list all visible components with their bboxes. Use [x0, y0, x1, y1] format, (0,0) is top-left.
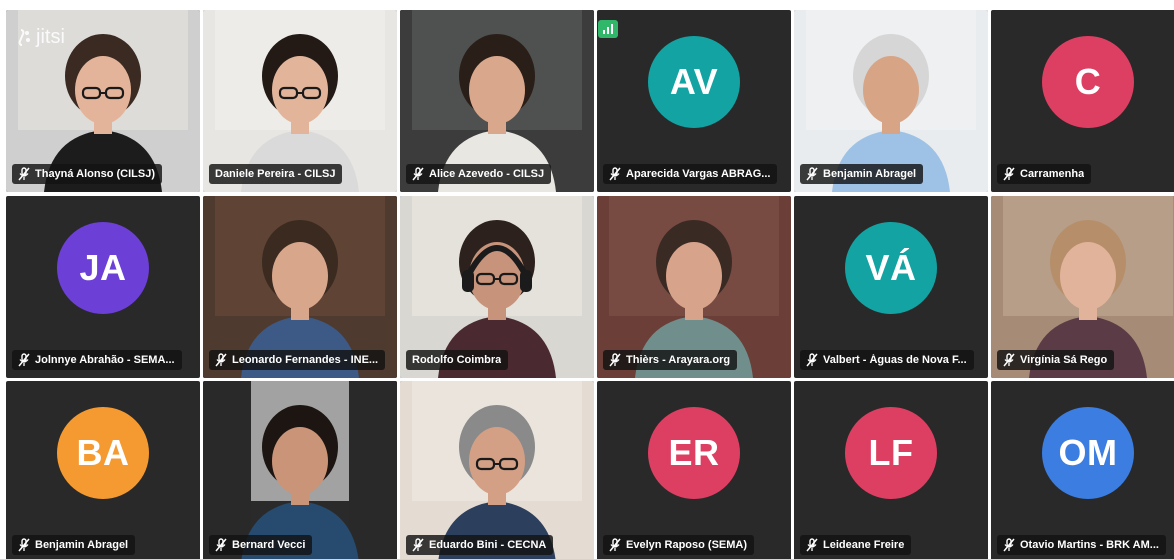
participant-name: Rodolfo Coimbra [412, 354, 502, 366]
participant-name: Valbert - Águas de Nova F... [823, 354, 967, 366]
participant-name: Leideane Freire [823, 539, 905, 551]
avatar: OM [1042, 407, 1134, 499]
participant-name: Thayná Alonso (CILSJ) [35, 168, 155, 180]
jitsi-watermark: jitsi [16, 26, 65, 49]
participant-name-bar: Benjamin Abragel [800, 164, 924, 184]
participant-tile[interactable]: C Carramenha [991, 10, 1174, 192]
participant-name-bar: Daniele Pereira - CILSJ [209, 164, 343, 184]
participant-name-bar: Aparecida Vargas ABRAG... [603, 164, 778, 184]
participant-video [203, 381, 397, 559]
participant-name: Leonardo Fernandes - INE... [232, 354, 379, 366]
participant-name: Daniele Pereira - CILSJ [215, 168, 336, 180]
mic-muted-icon [412, 167, 424, 181]
participant-name-bar: Alice Azevedo - CILSJ [406, 164, 552, 184]
mic-muted-icon [18, 353, 30, 367]
mic-muted-icon [18, 538, 30, 552]
mic-muted-icon [609, 353, 621, 367]
jitsi-logo-icon [18, 28, 30, 46]
mic-muted-icon [609, 538, 621, 552]
participant-name: Benjamin Abragel [823, 168, 917, 180]
participant-name-bar: Rodolfo Coimbra [406, 350, 509, 370]
participant-tile[interactable]: Leonardo Fernandes - INE... [203, 196, 397, 378]
participant-name: Carramenha [1020, 168, 1085, 180]
mic-muted-icon [18, 167, 30, 181]
avatar: VÁ [845, 222, 937, 314]
mic-muted-icon [1003, 538, 1015, 552]
participant-name: Eduardo Bini - CECNA [429, 539, 547, 551]
participant-name-bar: Eduardo Bini - CECNA [406, 535, 554, 555]
participant-name: Benjamin Abragel [35, 539, 129, 551]
participant-name: Evelyn Raposo (SEMA) [626, 539, 748, 551]
participant-tile[interactable]: BA Benjamin Abragel [6, 381, 200, 559]
participant-tile[interactable]: Thièrs - Arayara.org [597, 196, 791, 378]
participant-name-bar: Benjamin Abragel [12, 535, 136, 555]
participant-name-bar: Valbert - Águas de Nova F... [800, 350, 974, 370]
mic-muted-icon [806, 538, 818, 552]
connection-quality-icon[interactable] [598, 20, 618, 38]
participant-name-bar: Thièrs - Arayara.org [603, 350, 738, 370]
participant-name-bar: Leideane Freire [800, 535, 912, 555]
participant-tile[interactable]: VÁ Valbert - Águas de Nova F... [794, 196, 988, 378]
participant-tile[interactable]: Benjamin Abragel [794, 10, 988, 192]
avatar: ER [648, 407, 740, 499]
participant-name-bar: Virgínia Sá Rego [997, 350, 1115, 370]
mic-muted-icon [806, 353, 818, 367]
participant-tile[interactable]: Daniele Pereira - CILSJ [203, 10, 397, 192]
mic-muted-icon [1003, 167, 1015, 181]
avatar: BA [57, 407, 149, 499]
participant-name-bar: Otavio Martins - BRK AM... [997, 535, 1166, 555]
participant-name: Otavio Martins - BRK AM... [1020, 539, 1159, 551]
participant-tile[interactable]: ER Evelyn Raposo (SEMA) [597, 381, 791, 559]
participant-name: Bernard Vecci [232, 539, 306, 551]
participant-name: Thièrs - Arayara.org [626, 354, 731, 366]
participant-tile[interactable]: JA Jolnnye Abrahão - SEMA... [6, 196, 200, 378]
jitsi-logo-text: jitsi [36, 26, 65, 48]
participant-name-bar: Bernard Vecci [209, 535, 313, 555]
participant-name: Virgínia Sá Rego [1020, 354, 1108, 366]
mic-muted-icon [412, 538, 424, 552]
participant-tile[interactable]: LF Leideane Freire [794, 381, 988, 559]
avatar: JA [57, 222, 149, 314]
participant-tile[interactable]: Virgínia Sá Rego [991, 196, 1174, 378]
participant-tile[interactable]: Alice Azevedo - CILSJ [400, 10, 594, 192]
participant-name-bar: Carramenha [997, 164, 1092, 184]
avatar: AV [648, 36, 740, 128]
participant-name-bar: Jolnnye Abrahão - SEMA... [12, 350, 182, 370]
participant-video [400, 381, 594, 559]
participant-tile[interactable]: Bernard Vecci [203, 381, 397, 559]
participant-tile[interactable]: OM Otavio Martins - BRK AM... [991, 381, 1174, 559]
participant-name: Jolnnye Abrahão - SEMA... [35, 354, 175, 366]
participant-grid: Thayná Alonso (CILSJ) Daniele Pereira - … [6, 10, 1174, 559]
participant-name: Alice Azevedo - CILSJ [429, 168, 545, 180]
participant-tile[interactable]: Rodolfo Coimbra [400, 196, 594, 378]
mic-muted-icon [215, 353, 227, 367]
avatar: LF [845, 407, 937, 499]
participant-name-bar: Evelyn Raposo (SEMA) [603, 535, 755, 555]
participant-tile[interactable]: Eduardo Bini - CECNA [400, 381, 594, 559]
participant-name-bar: Leonardo Fernandes - INE... [209, 350, 386, 370]
conference-stage: jitsi Thayná Alonso (CILSJ) Daniele Pere… [0, 0, 1174, 559]
avatar: C [1042, 36, 1134, 128]
mic-muted-icon [806, 167, 818, 181]
participant-tile[interactable]: AV Aparecida Vargas ABRAG... [597, 10, 791, 192]
mic-muted-icon [609, 167, 621, 181]
mic-muted-icon [1003, 353, 1015, 367]
mic-muted-icon [215, 538, 227, 552]
participant-name-bar: Thayná Alonso (CILSJ) [12, 164, 162, 184]
participant-name: Aparecida Vargas ABRAG... [626, 168, 771, 180]
